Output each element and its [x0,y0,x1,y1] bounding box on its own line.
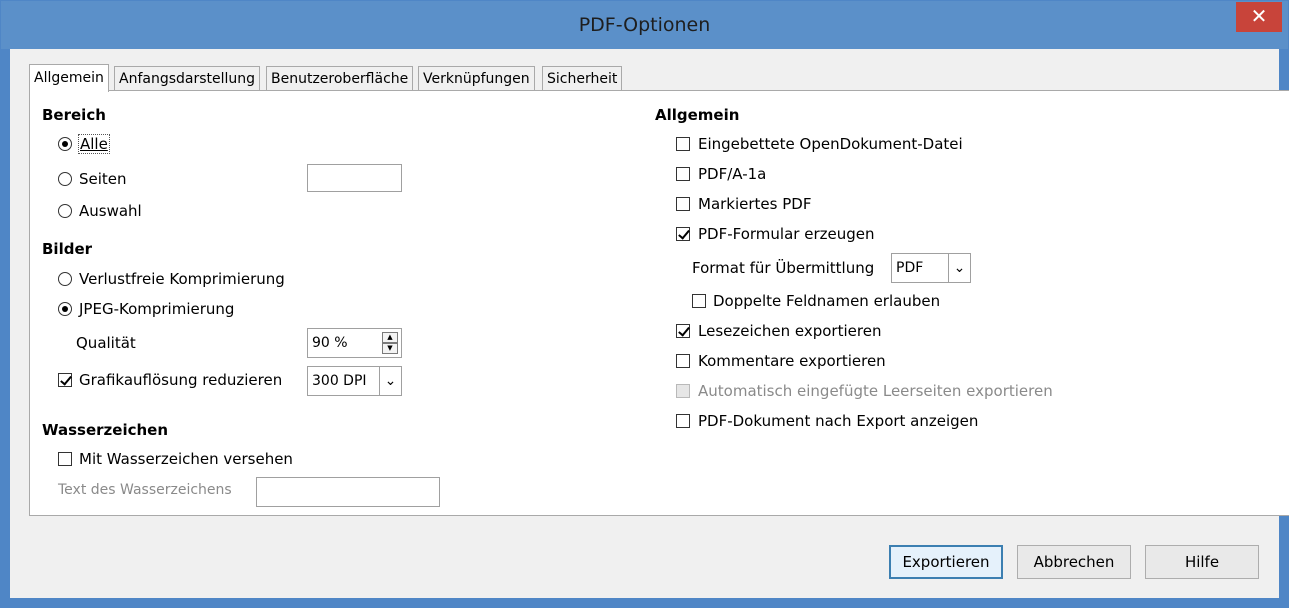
radio-jpeg[interactable] [58,302,72,316]
resolution-value: 300 DPI [312,373,367,389]
view-after-export-label[interactable]: PDF-Dokument nach Export anzeigen [698,412,978,430]
help-button[interactable]: Hilfe [1145,545,1259,579]
export-button[interactable]: Exportieren [889,545,1003,579]
create-form-label[interactable]: PDF-Formular erzeugen [698,225,874,243]
title-bar[interactable]: PDF-Optionen ✕ [1,1,1288,49]
checkbox-view-after-export[interactable] [676,414,690,428]
reduce-resolution-label[interactable]: Grafikauflösung reduzieren [79,371,282,389]
radio-range-all[interactable] [58,137,72,151]
submit-format-dropdown[interactable]: PDF ⌄ [891,253,971,283]
radio-range-selection[interactable] [58,204,72,218]
quality-label: Qualität [76,334,136,352]
watermark-text-input[interactable] [256,477,440,507]
spin-down-icon[interactable]: ▼ [382,343,398,354]
duplicate-names-label[interactable]: Doppelte Feldnamen erlauben [713,292,940,310]
range-heading: Bereich [42,106,106,124]
quality-spinbox[interactable]: 90 % ▲ ▼ [307,328,402,358]
checkbox-watermark[interactable] [58,452,72,466]
tab-allgemein[interactable]: Allgemein [29,64,109,92]
checkbox-tagged-pdf[interactable] [676,197,690,211]
chevron-down-icon[interactable]: ⌄ [948,254,970,282]
tab-verknuepfungen[interactable]: Verknüpfungen [418,66,535,91]
range-selection-label[interactable]: Auswahl [79,202,142,220]
watermark-label[interactable]: Mit Wasserzeichen versehen [79,450,293,468]
lossless-label[interactable]: Verlustfreie Komprimierung [79,270,285,288]
close-icon[interactable]: ✕ [1236,2,1282,32]
chevron-down-icon[interactable]: ⌄ [379,367,401,395]
radio-range-pages[interactable] [58,172,72,186]
checkbox-pdfa[interactable] [676,167,690,181]
checkbox-export-bookmarks[interactable] [676,324,690,338]
tab-sicherheit[interactable]: Sicherheit [542,66,623,91]
embed-odf-label[interactable]: Eingebettete OpenDokument-Datei [698,135,963,153]
spin-up-icon[interactable]: ▲ [382,332,398,343]
submit-format-value: PDF [896,260,924,276]
dialog-title: PDF-Optionen [578,14,711,36]
submit-format-label: Format für Übermittlung [692,259,875,277]
checkbox-export-blank-pages [676,384,690,398]
watermark-text-label: Text des Wasserzeichens [58,482,232,498]
checkbox-duplicate-names[interactable] [692,294,706,308]
quality-value: 90 % [312,335,348,351]
radio-lossless[interactable] [58,272,72,286]
pages-input[interactable] [307,164,402,192]
range-pages-label[interactable]: Seiten [79,170,127,188]
checkbox-export-comments[interactable] [676,354,690,368]
watermark-heading: Wasserzeichen [42,421,169,439]
checkbox-reduce-resolution[interactable] [58,373,72,387]
checkbox-embed-odf[interactable] [676,137,690,151]
export-comments-label[interactable]: Kommentare exportieren [698,352,886,370]
jpeg-label[interactable]: JPEG-Komprimierung [79,300,234,318]
pdfa-label[interactable]: PDF/A-1a [698,165,766,183]
checkbox-create-form[interactable] [676,227,690,241]
range-all-label[interactable]: Alle [78,134,110,154]
export-bookmarks-label[interactable]: Lesezeichen exportieren [698,322,881,340]
images-heading: Bilder [42,240,93,258]
export-blank-pages-label: Automatisch eingefügte Leerseiten export… [698,382,1053,400]
resolution-dropdown[interactable]: 300 DPI ⌄ [307,366,402,396]
tagged-pdf-label[interactable]: Markiertes PDF [698,195,811,213]
general-heading: Allgemein [655,106,740,124]
tab-benutzeroberflaeche[interactable]: Benutzeroberfläche [266,66,414,91]
tab-anfangsdarstellung[interactable]: Anfangsdarstellung [114,66,261,91]
cancel-button[interactable]: Abbrechen [1017,545,1131,579]
